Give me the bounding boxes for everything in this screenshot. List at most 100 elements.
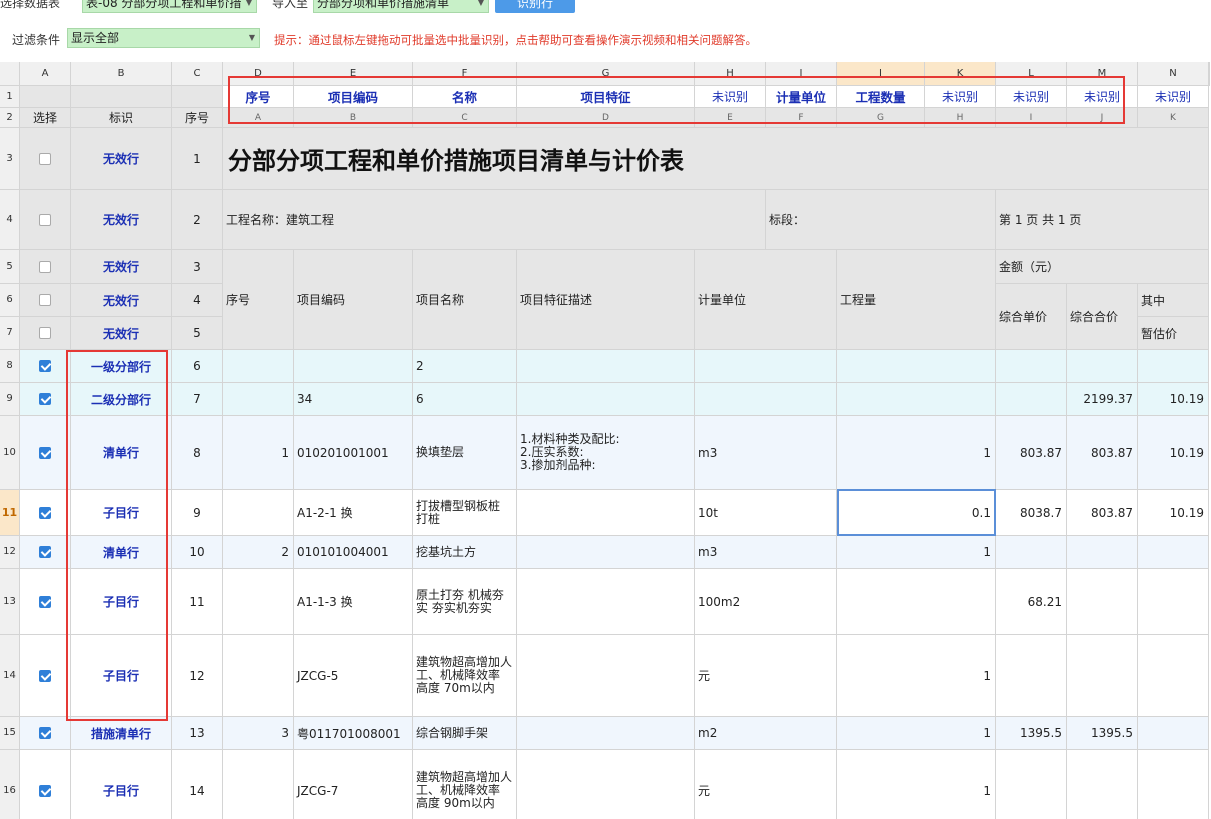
row-header-12[interactable]: 12 — [0, 536, 20, 569]
column-header-f[interactable]: F — [413, 62, 517, 86]
data-cell-j[interactable]: 1 — [837, 536, 996, 569]
row-header-16[interactable]: 16 — [0, 750, 20, 819]
data-cell-i[interactable]: 100m2 — [695, 569, 837, 635]
data-cell-n[interactable] — [1138, 536, 1209, 569]
row-type-tag[interactable]: 措施清单行 — [71, 717, 172, 750]
row-header-14[interactable]: 14 — [0, 635, 20, 717]
data-cell-e[interactable]: A1-2-1 换 — [294, 490, 413, 536]
row-header-9[interactable]: 9 — [0, 383, 20, 416]
column-header-m[interactable]: M — [1067, 62, 1138, 86]
select-checkbox-cell[interactable] — [20, 490, 71, 536]
data-cell-g[interactable] — [517, 490, 695, 536]
data-cell-m[interactable] — [1067, 750, 1138, 819]
row-type-tag[interactable]: 子目行 — [71, 569, 172, 635]
data-cell-i[interactable]: 元 — [695, 635, 837, 717]
field-mapping-f[interactable]: 名称 — [413, 86, 517, 108]
row-type-tag[interactable]: 无效行 — [71, 317, 172, 350]
checkbox-unchecked-icon[interactable] — [39, 260, 51, 273]
column-header-a[interactable]: A — [20, 62, 71, 86]
data-cell-e[interactable]: 粤011701008001 — [294, 717, 413, 750]
field-mapping-m[interactable]: 未识别 — [1067, 86, 1138, 108]
checkbox-checked-icon[interactable] — [39, 360, 51, 372]
data-cell-j[interactable]: 1 — [837, 416, 996, 490]
row-header-2[interactable]: 2 — [0, 108, 20, 128]
data-cell-n[interactable] — [1138, 750, 1209, 819]
data-cell-j[interactable] — [837, 383, 996, 416]
field-mapping-k[interactable]: 未识别 — [925, 86, 996, 108]
column-header-b[interactable]: B — [71, 62, 172, 86]
data-cell-f[interactable]: 挖基坑土方 — [413, 536, 517, 569]
select-checkbox-cell[interactable] — [20, 190, 71, 250]
data-cell-j[interactable]: 0.1 — [837, 490, 996, 536]
data-cell-m[interactable]: 803.87 — [1067, 490, 1138, 536]
row-type-tag[interactable]: 子目行 — [71, 490, 172, 536]
data-cell-m[interactable]: 1395.5 — [1067, 717, 1138, 750]
data-cell-i[interactable]: m3 — [695, 416, 837, 490]
field-mapping-j[interactable]: 工程数量 — [837, 86, 925, 108]
data-cell-d[interactable] — [223, 490, 294, 536]
data-cell-l[interactable] — [996, 536, 1067, 569]
select-checkbox-cell[interactable] — [20, 536, 71, 569]
data-cell-e[interactable]: A1-1-3 换 — [294, 569, 413, 635]
row-type-tag[interactable]: 清单行 — [71, 416, 172, 490]
data-cell-g[interactable] — [517, 536, 695, 569]
checkbox-checked-icon[interactable] — [39, 446, 51, 459]
data-cell-l[interactable] — [996, 750, 1067, 819]
data-cell-n[interactable] — [1138, 350, 1209, 383]
data-cell-f[interactable]: 原土打夯 机械夯 实 夯实机夯实 — [413, 569, 517, 635]
data-cell-d[interactable] — [223, 569, 294, 635]
data-cell-d[interactable]: 1 — [223, 416, 294, 490]
data-cell-i[interactable]: m3 — [695, 536, 837, 569]
field-mapping-i[interactable]: 计量单位 — [766, 86, 837, 108]
data-cell-e[interactable]: JZCG-7 — [294, 750, 413, 819]
checkbox-unchecked-icon[interactable] — [39, 213, 51, 226]
data-cell-d[interactable] — [223, 635, 294, 717]
field-mapping-g[interactable]: 项目特征 — [517, 86, 695, 108]
row-type-tag[interactable]: 二级分部行 — [71, 383, 172, 416]
data-cell-j[interactable]: 1 — [837, 635, 996, 717]
recognize-rows-button[interactable]: 识别行 — [495, 0, 575, 13]
import-target-select[interactable]: 分部分项和单价措施清单 ▼ — [313, 0, 489, 13]
data-cell-g[interactable] — [517, 383, 695, 416]
data-cell-d[interactable] — [223, 750, 294, 819]
checkbox-checked-icon[interactable] — [39, 727, 51, 739]
data-cell-g[interactable] — [517, 750, 695, 819]
filter-select[interactable]: 显示全部 ▼ — [67, 28, 260, 48]
column-header-k[interactable]: K — [925, 62, 996, 86]
column-header-g[interactable]: G — [517, 62, 695, 86]
checkbox-checked-icon[interactable] — [39, 506, 51, 519]
row-header-8[interactable]: 8 — [0, 350, 20, 383]
data-cell-g[interactable]: 1.材料种类及配比: 2.压实系数: 3.掺加剂品种: — [517, 416, 695, 490]
data-cell-e[interactable]: 010201001001 — [294, 416, 413, 490]
data-cell-l[interactable]: 8038.7 — [996, 490, 1067, 536]
checkbox-checked-icon[interactable] — [39, 393, 51, 405]
data-cell-l[interactable]: 68.21 — [996, 569, 1067, 635]
row-type-tag[interactable]: 子目行 — [71, 750, 172, 819]
data-cell-g[interactable] — [517, 717, 695, 750]
data-cell-j[interactable] — [837, 569, 996, 635]
data-cell-d[interactable] — [223, 350, 294, 383]
column-header-l[interactable]: L — [996, 62, 1067, 86]
column-header-d[interactable]: D — [223, 62, 294, 86]
checkbox-checked-icon[interactable] — [39, 784, 51, 797]
data-cell-n[interactable] — [1138, 717, 1209, 750]
data-cell-n[interactable] — [1138, 569, 1209, 635]
data-cell-g[interactable] — [517, 635, 695, 717]
select-checkbox-cell[interactable] — [20, 569, 71, 635]
data-cell-i[interactable] — [695, 383, 837, 416]
data-cell-j[interactable] — [837, 350, 996, 383]
data-cell-e[interactable]: 010101004001 — [294, 536, 413, 569]
data-cell-f[interactable]: 建筑物超高增加人 工、机械降效率 高度 90m以内 — [413, 750, 517, 819]
row-type-tag[interactable]: 子目行 — [71, 635, 172, 717]
data-cell-f[interactable]: 2 — [413, 350, 517, 383]
row-header-13[interactable]: 13 — [0, 569, 20, 635]
data-cell-m[interactable] — [1067, 569, 1138, 635]
data-cell-m[interactable] — [1067, 350, 1138, 383]
data-cell-n[interactable]: 10.19 — [1138, 383, 1209, 416]
row-type-tag[interactable]: 无效行 — [71, 250, 172, 284]
column-header-e[interactable]: E — [294, 62, 413, 86]
row-type-tag[interactable]: 清单行 — [71, 536, 172, 569]
data-cell-l[interactable] — [996, 350, 1067, 383]
data-cell-f[interactable]: 建筑物超高增加人 工、机械降效率 高度 70m以内 — [413, 635, 517, 717]
select-checkbox-cell[interactable] — [20, 750, 71, 819]
